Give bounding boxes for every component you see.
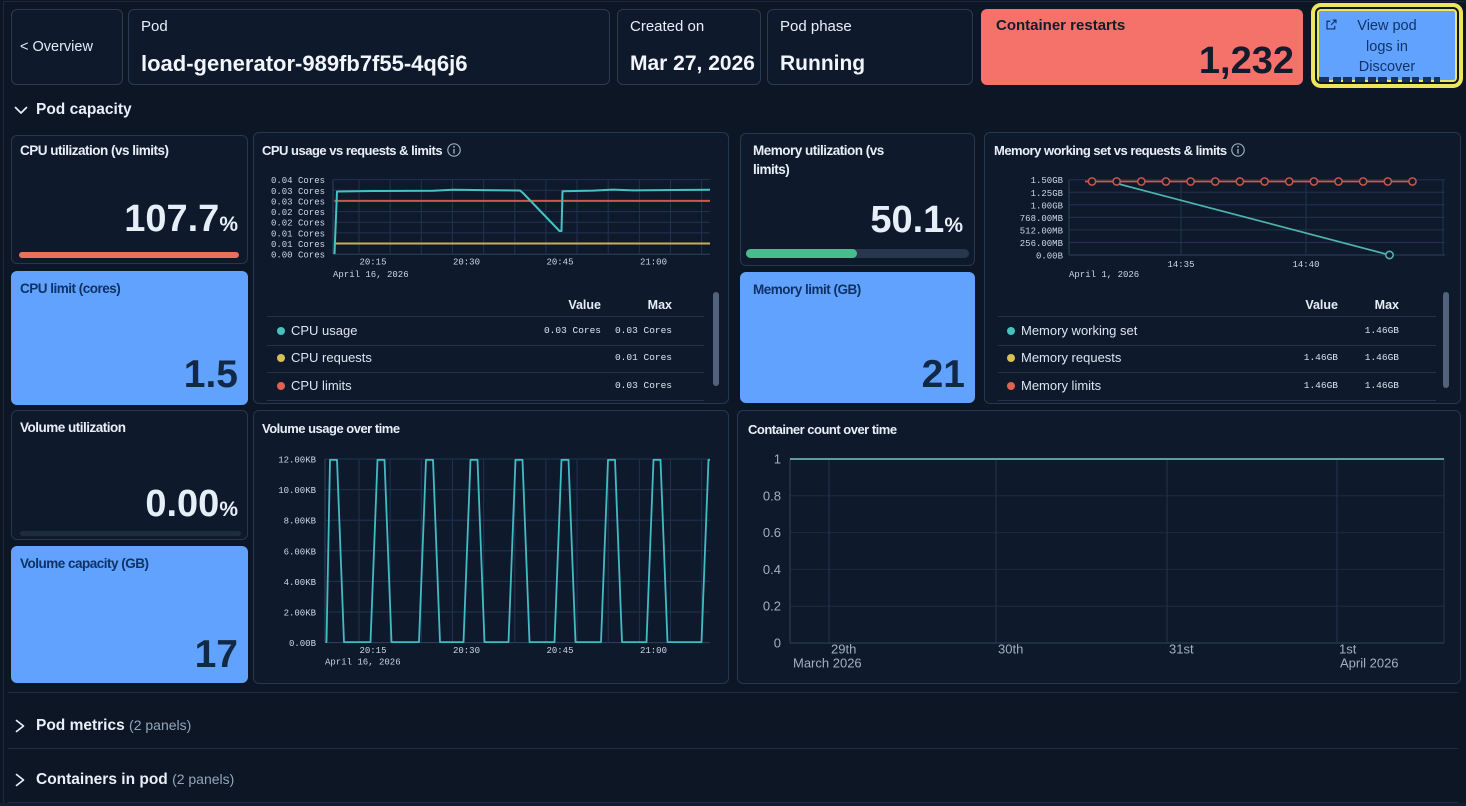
svg-text:0: 0 xyxy=(774,636,781,651)
svg-text:0.00 Cores: 0.00 Cores xyxy=(271,251,325,261)
svg-text:8.00KB: 8.00KB xyxy=(284,517,317,527)
svg-text:0.04 Cores: 0.04 Cores xyxy=(271,176,325,186)
svg-text:29th: 29th xyxy=(831,642,856,657)
svg-text:April 16, 2026: April 16, 2026 xyxy=(333,270,409,280)
svg-text:21:00: 21:00 xyxy=(640,646,667,656)
svg-text:20:30: 20:30 xyxy=(453,646,480,656)
svg-text:0.8: 0.8 xyxy=(763,488,781,503)
svg-text:April 2026: April 2026 xyxy=(1340,656,1399,671)
svg-text:20:15: 20:15 xyxy=(359,646,386,656)
svg-text:1.25GB: 1.25GB xyxy=(1031,189,1064,199)
svg-text:0.02 Cores: 0.02 Cores xyxy=(271,219,325,229)
svg-text:6.00KB: 6.00KB xyxy=(284,547,317,557)
svg-text:1st: 1st xyxy=(1339,642,1357,657)
svg-text:0.2: 0.2 xyxy=(763,599,781,614)
svg-text:30th: 30th xyxy=(998,642,1023,657)
svg-text:20:30: 20:30 xyxy=(453,258,480,268)
svg-text:0.00B: 0.00B xyxy=(289,639,317,649)
svg-text:14:40: 14:40 xyxy=(1292,260,1319,270)
svg-text:20:45: 20:45 xyxy=(546,258,573,268)
svg-text:4.00KB: 4.00KB xyxy=(284,578,317,588)
svg-text:20:15: 20:15 xyxy=(359,258,386,268)
svg-text:1: 1 xyxy=(774,452,781,467)
svg-text:14:35: 14:35 xyxy=(1167,260,1194,270)
svg-text:256.00MB: 256.00MB xyxy=(1020,239,1064,249)
svg-text:0.00B: 0.00B xyxy=(1036,252,1064,262)
svg-text:March 2026: March 2026 xyxy=(793,656,862,671)
svg-text:10.00KB: 10.00KB xyxy=(278,486,316,496)
svg-text:21:00: 21:00 xyxy=(640,258,667,268)
svg-text:20:45: 20:45 xyxy=(546,646,573,656)
svg-text:0.01 Cores: 0.01 Cores xyxy=(271,240,325,250)
svg-text:0.03 Cores: 0.03 Cores xyxy=(271,197,325,207)
svg-text:768.00MB: 768.00MB xyxy=(1020,214,1064,224)
svg-text:0.6: 0.6 xyxy=(763,525,781,540)
svg-text:1.50GB: 1.50GB xyxy=(1031,176,1064,186)
svg-text:0.4: 0.4 xyxy=(763,562,781,577)
svg-text:2.00KB: 2.00KB xyxy=(284,609,317,619)
svg-text:0.01 Cores: 0.01 Cores xyxy=(271,229,325,239)
svg-text:512.00MB: 512.00MB xyxy=(1020,226,1064,236)
svg-text:0.03 Cores: 0.03 Cores xyxy=(271,187,325,197)
svg-text:1.00GB: 1.00GB xyxy=(1031,201,1064,211)
svg-text:31st: 31st xyxy=(1169,642,1194,657)
svg-text:0.02 Cores: 0.02 Cores xyxy=(271,208,325,218)
svg-text:April 1, 2026: April 1, 2026 xyxy=(1069,270,1139,280)
svg-text:12.00KB: 12.00KB xyxy=(278,456,316,466)
svg-text:April 16, 2026: April 16, 2026 xyxy=(325,658,401,668)
